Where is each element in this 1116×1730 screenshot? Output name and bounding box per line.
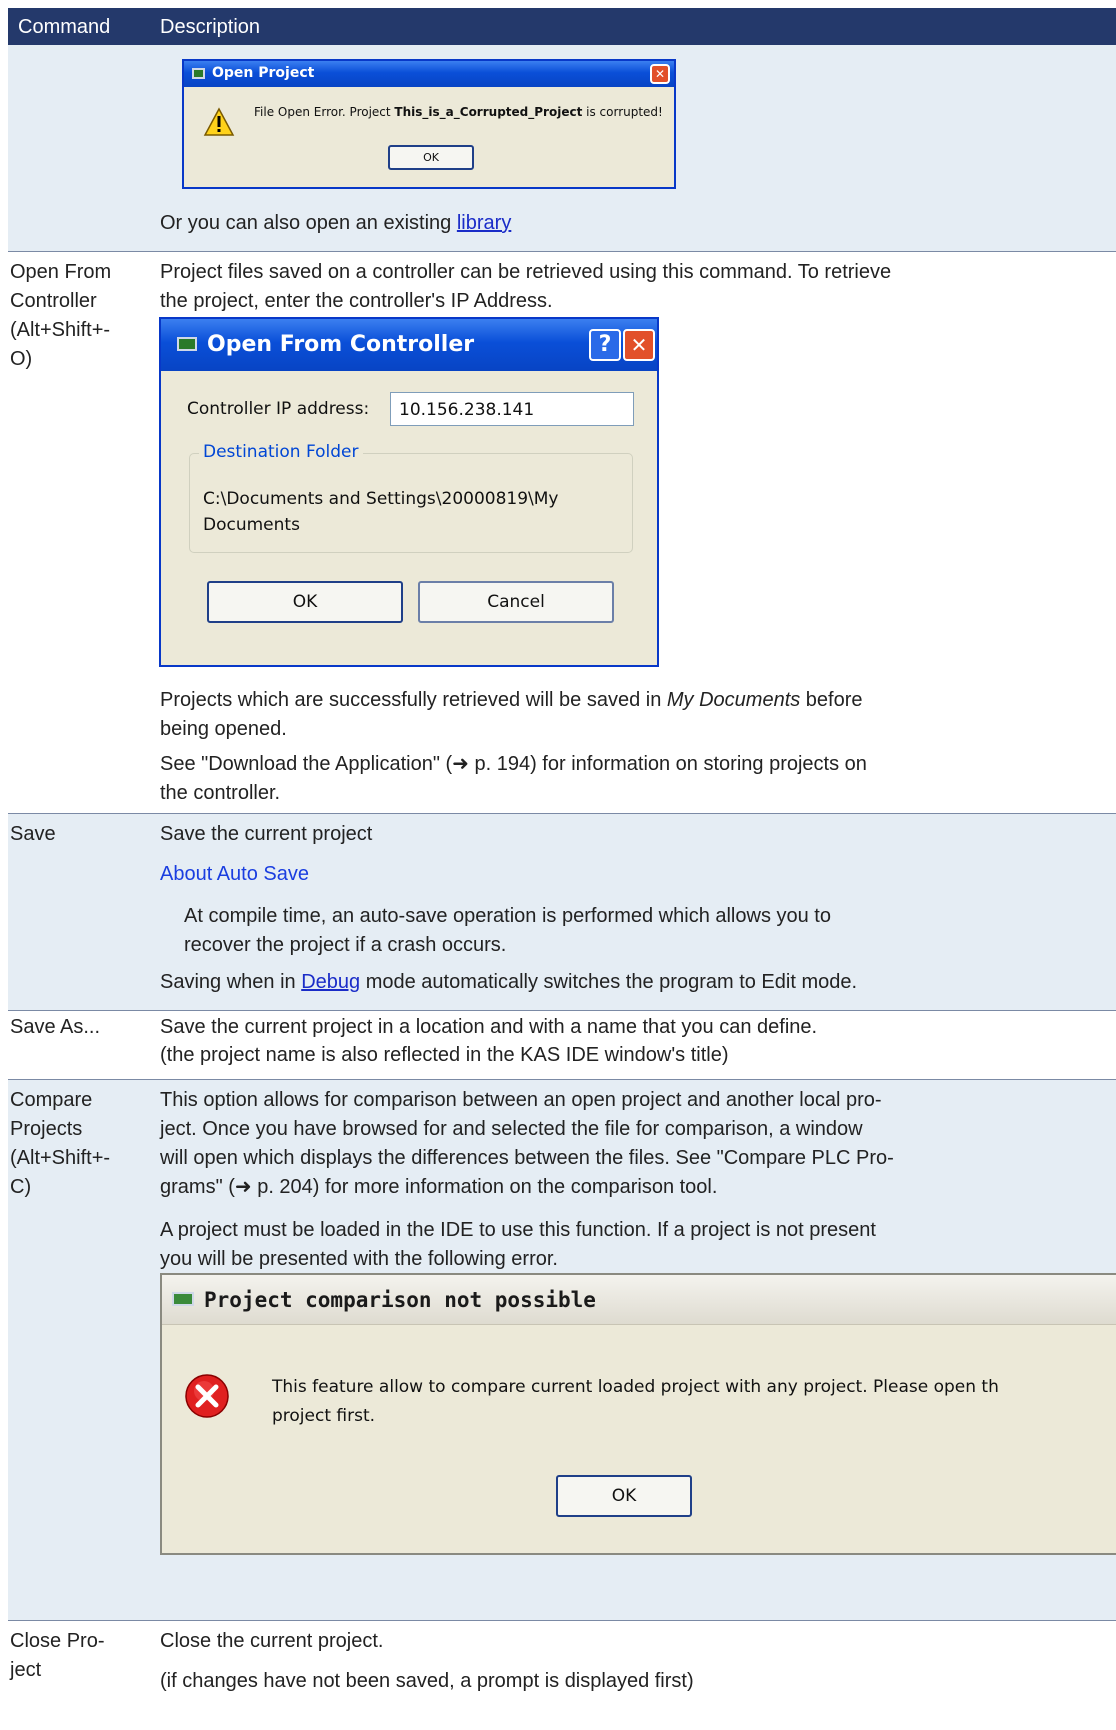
command-save: Save — [10, 823, 56, 845]
header-description: Description — [160, 16, 261, 38]
text-line: grams" (➜ p. 204) for more information o… — [160, 1176, 718, 1198]
text-line: Projects which are successfully retrieve… — [160, 686, 1116, 715]
message-prefix: File Open Error. Project — [254, 105, 395, 119]
close-button[interactable]: ✕ — [650, 64, 670, 84]
command-line: C) — [10, 1176, 32, 1198]
description-paragraph: See "Download the Application" (➜ p. 194… — [160, 750, 1116, 808]
command-open-from-controller: Open From Controller (Alt+Shift+- O) — [10, 258, 150, 374]
debug-link[interactable]: Debug — [301, 971, 360, 993]
text-line: This option allows for comparison betwee… — [160, 1089, 882, 1111]
project-comparison-dialog: Project comparison not possible This fea… — [160, 1273, 1116, 1555]
command-line: Open From — [10, 261, 112, 283]
dialog-titlebar: Open Project ✕ — [184, 61, 674, 87]
command-save-as: Save As... — [10, 1016, 101, 1038]
text-line: you will be presented with the following… — [160, 1248, 558, 1270]
command-line: (Alt+Shift+- — [10, 319, 111, 341]
table-header: Command Description — [8, 8, 1116, 45]
ok-button[interactable]: OK — [388, 145, 474, 170]
text-line: recover the project if a crash occurs. — [184, 934, 507, 956]
command-line: Compare — [10, 1089, 93, 1111]
description-paragraph: Project files saved on a controller can … — [160, 258, 1116, 316]
command-line: Controller — [10, 290, 97, 312]
command-line: ject — [10, 1659, 42, 1681]
description-line: Saving when in Debug mode automatically … — [160, 968, 1116, 997]
dialog-titlebar: Open From Controller ? ✕ — [161, 319, 657, 371]
indented-paragraph: At compile time, an auto-save operation … — [184, 902, 1116, 960]
text-line: the controller. — [160, 782, 281, 804]
window-icon — [172, 1292, 194, 1306]
text-line: See "Download the Application" (➜ p. 194… — [160, 753, 867, 775]
dialog-message: This feature allow to compare current lo… — [272, 1373, 999, 1431]
text-line: the project, enter the controller's IP A… — [160, 290, 553, 312]
dialog-title: Open Project — [212, 65, 315, 81]
command-compare-projects: Compare Projects (Alt+Shift+- C) — [10, 1086, 150, 1202]
text-line: At compile time, an auto-save operation … — [184, 905, 831, 927]
text-line: ject. Once you have browsed for and sele… — [160, 1118, 863, 1140]
project-name: This_is_a_Corrupted_Project — [394, 105, 583, 119]
error-icon — [185, 1374, 229, 1418]
dialog-titlebar: Project comparison not possible — [162, 1275, 1116, 1325]
open-from-controller-dialog: Open From Controller ? ✕ Controller IP a… — [159, 317, 659, 667]
table-row-save: Save Save the current project About Auto… — [8, 813, 1116, 1010]
cancel-button[interactable]: Cancel — [418, 581, 614, 623]
ip-address-input[interactable]: 10.156.238.141 — [390, 392, 634, 426]
text-span: mode automatically switches the program … — [360, 971, 858, 993]
description-line: Close the current project. — [160, 1630, 384, 1652]
path-line: Documents — [203, 515, 300, 535]
text-line: A project must be loaded in the IDE to u… — [160, 1219, 876, 1241]
about-auto-save-link[interactable]: About Auto Save — [160, 860, 1116, 889]
table-row-open-project: Open Project ✕ File Open Error. Project … — [8, 45, 1116, 251]
ok-button[interactable]: OK — [207, 581, 403, 623]
description-paragraph: Projects which are successfully retrieve… — [160, 686, 1116, 744]
text-span: Projects which are successfully retrieve… — [160, 689, 667, 711]
library-text: Or you can also open an existing library — [160, 209, 1116, 238]
message-suffix: is corrupted! — [582, 105, 663, 119]
library-text-prefix: Or you can also open an existing — [160, 212, 457, 234]
command-line: Close Pro- — [10, 1630, 105, 1652]
text-span: before — [800, 689, 863, 711]
dialog-message: File Open Error. Project This_is_a_Corru… — [254, 105, 663, 119]
command-line: Projects — [10, 1118, 83, 1140]
text-line: (the project name is also reflected in t… — [160, 1044, 729, 1066]
message-line: project first. — [272, 1406, 376, 1426]
description-line: Save the current project — [160, 823, 373, 845]
dialog-title: Project comparison not possible — [204, 1288, 596, 1312]
ip-label: Controller IP address: — [187, 399, 370, 419]
table-row-compare-projects: Compare Projects (Alt+Shift+- C) This op… — [8, 1079, 1116, 1620]
description-line: (if changes have not been saved, a promp… — [160, 1670, 694, 1692]
description-paragraph: A project must be loaded in the IDE to u… — [160, 1216, 1116, 1274]
text-line: will open which displays the differences… — [160, 1147, 894, 1169]
text-line: Save the current project in a location a… — [160, 1016, 818, 1038]
warning-icon — [203, 107, 235, 136]
path-line: C:\Documents and Settings\20000819\My — [203, 489, 559, 509]
emphasis-text: My Documents — [666, 689, 801, 711]
close-button[interactable]: ✕ — [623, 329, 655, 361]
open-project-dialog: Open Project ✕ File Open Error. Project … — [182, 59, 676, 189]
command-line: (Alt+Shift+- — [10, 1147, 111, 1169]
window-icon — [177, 337, 197, 351]
library-link[interactable]: library — [457, 212, 511, 234]
description-paragraph: Save the current project in a location a… — [160, 1013, 1116, 1069]
table-row-save-as: Save As... Save the current project in a… — [8, 1010, 1116, 1079]
window-icon — [192, 68, 205, 79]
help-button[interactable]: ? — [589, 329, 621, 361]
command-line: O) — [10, 348, 33, 370]
header-command: Command — [18, 16, 111, 38]
text-line: Project files saved on a controller can … — [160, 261, 892, 283]
message-line: This feature allow to compare current lo… — [272, 1377, 999, 1397]
text-line: being opened. — [160, 718, 287, 740]
table-row-open-from-controller: Open From Controller (Alt+Shift+- O) Pro… — [8, 251, 1116, 813]
text-span: Saving when in — [160, 971, 302, 993]
command-close-project: Close Pro- ject — [10, 1627, 150, 1685]
destination-folder-label: Destination Folder — [199, 442, 363, 462]
table-row-close-project: Close Pro- ject Close the current projec… — [8, 1620, 1116, 1730]
ip-address-value: 10.156.238.141 — [399, 400, 535, 420]
ok-button[interactable]: OK — [556, 1475, 692, 1517]
description-paragraph: This option allows for comparison betwee… — [160, 1086, 1116, 1202]
destination-path: C:\Documents and Settings\20000819\My Do… — [203, 486, 558, 538]
dialog-title: Open From Controller — [207, 332, 475, 357]
